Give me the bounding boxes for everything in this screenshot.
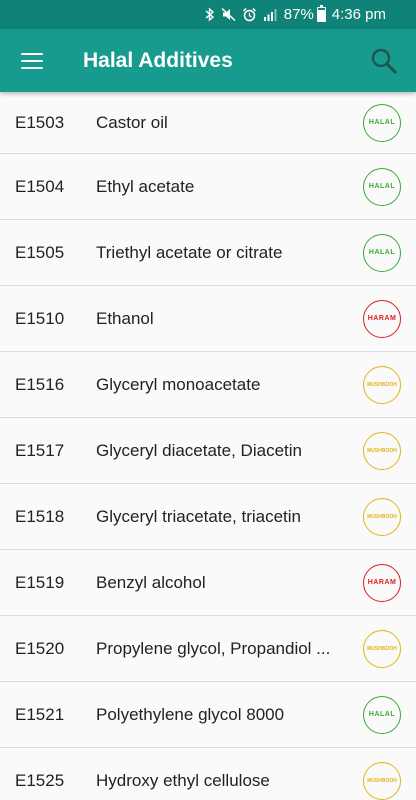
- additives-list[interactable]: E1503 Castor oil HALAL E1504 Ethyl aceta…: [0, 92, 416, 800]
- additive-name: Benzyl alcohol: [96, 572, 206, 592]
- additive-code: E1505: [15, 242, 65, 262]
- additive-name: Ethyl acetate: [96, 176, 195, 196]
- list-item[interactable]: E1510 Ethanol HARAM: [0, 286, 416, 352]
- additive-name: Triethyl acetate or citrate: [96, 242, 283, 262]
- mute-icon: [221, 7, 236, 23]
- signal-icon: [263, 7, 278, 23]
- battery-icon: [316, 5, 326, 22]
- status-badge: HALAL: [363, 167, 401, 206]
- list-item[interactable]: E1518 Glyceryl triacetate, triacetin MUS…: [0, 484, 416, 550]
- additive-name: Polyethylene glycol 8000: [96, 704, 285, 724]
- clock: 4:36 pm: [331, 6, 386, 23]
- status-badge: HALAL: [363, 695, 401, 734]
- additive-code: E1517: [15, 440, 65, 460]
- list-item[interactable]: E1520 Propylene glycol, Propandiol ... M…: [0, 616, 416, 682]
- status-badge: MUSHBOOH: [363, 629, 401, 668]
- list-item[interactable]: E1504 Ethyl acetate HALAL: [0, 154, 416, 220]
- additive-code: E1510: [15, 308, 65, 328]
- menu-button[interactable]: [0, 29, 64, 92]
- status-badge: HARAM: [363, 299, 401, 338]
- list-item[interactable]: E1516 Glyceryl monoacetate MUSHBOOH: [0, 352, 416, 418]
- battery-percent: 87%: [283, 6, 314, 23]
- list-item[interactable]: E1503 Castor oil HALAL: [0, 92, 416, 154]
- additive-name: Ethanol: [96, 308, 154, 328]
- additive-name: Glyceryl triacetate, triacetin: [96, 506, 302, 526]
- alarm-icon: [242, 7, 257, 23]
- additive-code: E1519: [15, 572, 65, 592]
- additive-code: E1521: [15, 704, 65, 724]
- list-item[interactable]: E1519 Benzyl alcohol HARAM: [0, 550, 416, 616]
- status-badge: HALAL: [363, 103, 401, 142]
- additive-code: E1525: [15, 770, 65, 790]
- status-badge: HARAM: [363, 563, 401, 602]
- additive-name: Glyceryl monoacetate: [96, 374, 261, 394]
- additive-code: E1518: [15, 506, 65, 526]
- additive-name: Glyceryl diacetate, Diacetin: [96, 440, 302, 460]
- additive-code: E1503: [15, 112, 65, 132]
- additive-code: E1520: [15, 638, 65, 658]
- status-bar: 87% 4:36 pm: [0, 0, 416, 29]
- page-title: Halal Additives: [83, 48, 233, 72]
- menu-icon: [21, 52, 43, 69]
- additive-name: Propylene glycol, Propandiol ...: [96, 638, 331, 658]
- additive-code: E1516: [15, 374, 65, 394]
- status-badge: MUSHBOOH: [363, 431, 401, 470]
- list-item[interactable]: E1521 Polyethylene glycol 8000 HALAL: [0, 682, 416, 748]
- search-icon: [371, 48, 397, 74]
- additive-code: E1504: [15, 176, 65, 196]
- list-item[interactable]: E1525 Hydroxy ethyl cellulose MUSHBOOH: [0, 748, 416, 800]
- status-badge: MUSHBOOH: [363, 365, 401, 404]
- status-badge: MUSHBOOH: [363, 761, 401, 800]
- status-icons: [205, 7, 278, 23]
- list-item[interactable]: E1505 Triethyl acetate or citrate HALAL: [0, 220, 416, 286]
- search-button[interactable]: [352, 29, 416, 92]
- additive-name: Castor oil: [96, 112, 168, 132]
- list-item[interactable]: E1517 Glyceryl diacetate, Diacetin MUSHB…: [0, 418, 416, 484]
- status-badge: MUSHBOOH: [363, 497, 401, 536]
- bluetooth-icon: [205, 7, 215, 23]
- app-bar: Halal Additives: [0, 29, 416, 92]
- status-badge: HALAL: [363, 233, 401, 272]
- additive-name: Hydroxy ethyl cellulose: [96, 770, 270, 790]
